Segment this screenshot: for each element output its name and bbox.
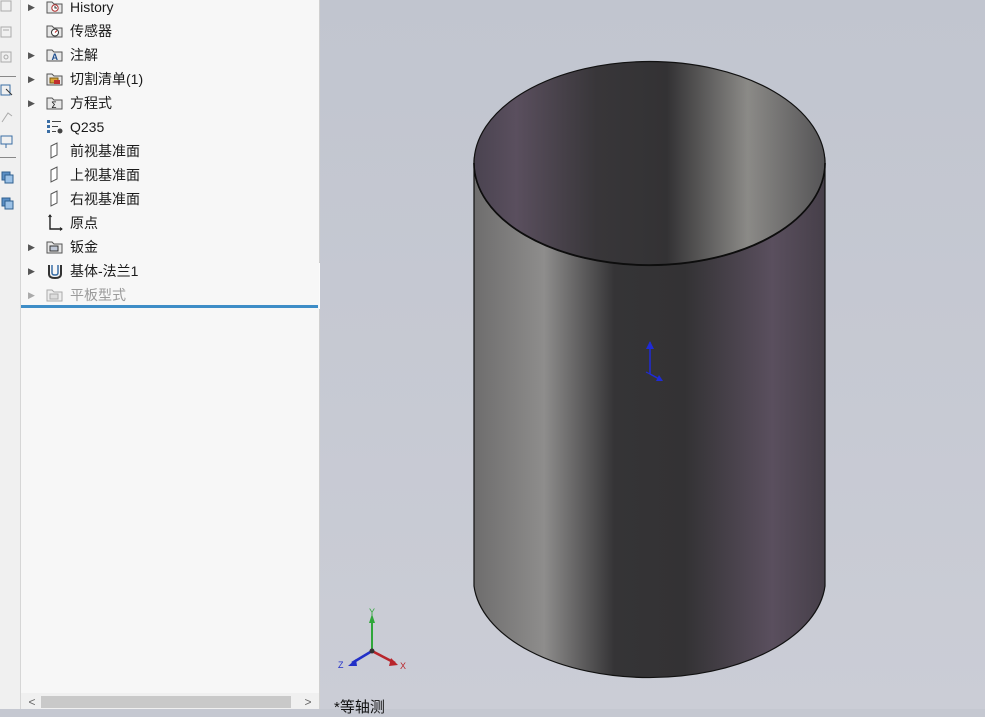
tree-item-label: 切割清单(1) [70, 71, 144, 87]
tree-item-label: Q235 [70, 119, 105, 135]
cylinder-inner-surface[interactable] [473, 60, 826, 267]
dimxpert-tab-icon[interactable] [0, 83, 14, 97]
view-orientation-label: *等轴测 [334, 699, 385, 716]
base-flange-icon [48, 265, 62, 280]
origin-icon [48, 214, 63, 231]
equations-folder-icon: Σ [46, 97, 63, 111]
reference-triad[interactable]: Y X Z [338, 607, 406, 671]
display-manager-tab-icon[interactable] [0, 110, 14, 124]
tree-item-label: 钣金 [70, 239, 98, 255]
cut-list-icon [46, 73, 63, 86]
history-folder-icon [46, 1, 63, 14]
tree-item-label: 基体-法兰1 [70, 263, 139, 279]
property-manager-tab-icon[interactable] [0, 25, 14, 39]
expand-arrow-icon[interactable]: ▶ [28, 242, 36, 252]
expand-arrow-icon[interactable]: ▶ [28, 98, 36, 108]
tree-item-material[interactable]: Q235 [21, 116, 319, 140]
plane-icon [50, 166, 58, 183]
expand-arrow-icon[interactable]: ▶ [28, 266, 36, 276]
tree-item-label: History [70, 0, 114, 15]
expand-arrow-icon[interactable]: ▶ [28, 290, 36, 300]
tree-item-sensors[interactable]: 传感器 [21, 20, 319, 44]
tree-item-top-plane[interactable]: 上视基准面 [21, 164, 319, 188]
appearance-tab-icon[interactable] [0, 135, 14, 149]
annotation-folder-icon: A [46, 49, 63, 62]
strip-separator [0, 76, 16, 77]
configuration-manager-tab-icon[interactable] [0, 50, 14, 64]
tree-item-label: 平板型式 [70, 287, 126, 303]
tree-item-right-plane[interactable]: 右视基准面 [21, 188, 319, 212]
material-icon [47, 120, 63, 134]
rollback-bar[interactable] [21, 305, 318, 308]
sensor-folder-icon [46, 25, 63, 38]
svg-text:Σ: Σ [51, 101, 57, 111]
tree-item-label: 传感器 [70, 23, 112, 39]
tree-item-equations[interactable]: ▶ Σ 方程式 [21, 92, 319, 116]
scroll-right-icon[interactable]: > [301, 695, 315, 709]
horizontal-scrollbar[interactable]: < > [21, 693, 319, 709]
feature-manager-tab-icon[interactable] [0, 0, 14, 14]
tree-item-label: 前视基准面 [70, 143, 140, 159]
expand-arrow-icon[interactable]: ▶ [28, 2, 36, 12]
strip-separator [0, 157, 16, 158]
tree-item-label: 右视基准面 [70, 191, 140, 207]
tree-item-annotations[interactable]: ▶ A 注解 [21, 44, 319, 68]
tree-item-label: 上视基准面 [70, 167, 140, 183]
command-strip [0, 0, 21, 709]
scroll-left-icon[interactable]: < [25, 695, 39, 709]
tree-item-label: 原点 [70, 215, 98, 231]
svg-text:A: A [52, 52, 59, 62]
plane-icon [50, 142, 58, 159]
triad-z-label: Z [338, 660, 344, 670]
expand-arrow-icon[interactable]: ▶ [28, 74, 36, 84]
plane-icon [50, 190, 58, 207]
expand-arrow-icon[interactable]: ▶ [28, 50, 36, 60]
tree-item-history[interactable]: ▶ History [21, 0, 319, 20]
tree-item-label: 方程式 [70, 95, 112, 111]
sheet-metal-folder-icon [46, 241, 63, 254]
triad-x-label: X [400, 661, 406, 671]
tree-item-cut-list[interactable]: ▶ 切割清单(1) [21, 68, 319, 92]
tree-item-base-flange[interactable]: ▶ 基体-法兰1 [21, 260, 319, 284]
tree-item-sheet-metal[interactable]: ▶ 钣金 [21, 236, 319, 260]
render-tab-icon[interactable] [0, 170, 14, 184]
tree-item-label: 注解 [70, 47, 98, 63]
tree-item-origin[interactable]: 原点 [21, 212, 319, 236]
cam-tab-icon[interactable] [0, 196, 14, 210]
model-view[interactable]: Y X Z [320, 0, 985, 709]
tree-item-front-plane[interactable]: 前视基准面 [21, 140, 319, 164]
feature-manager-tree: ▶ History 传感器 ▶ A 注解 ▶ 切割清单(1) ▶ Σ 方程式 Q… [21, 0, 320, 709]
flat-pattern-icon [46, 289, 63, 302]
triad-y-label: Y [369, 607, 375, 617]
scrollbar-thumb[interactable] [41, 696, 291, 708]
